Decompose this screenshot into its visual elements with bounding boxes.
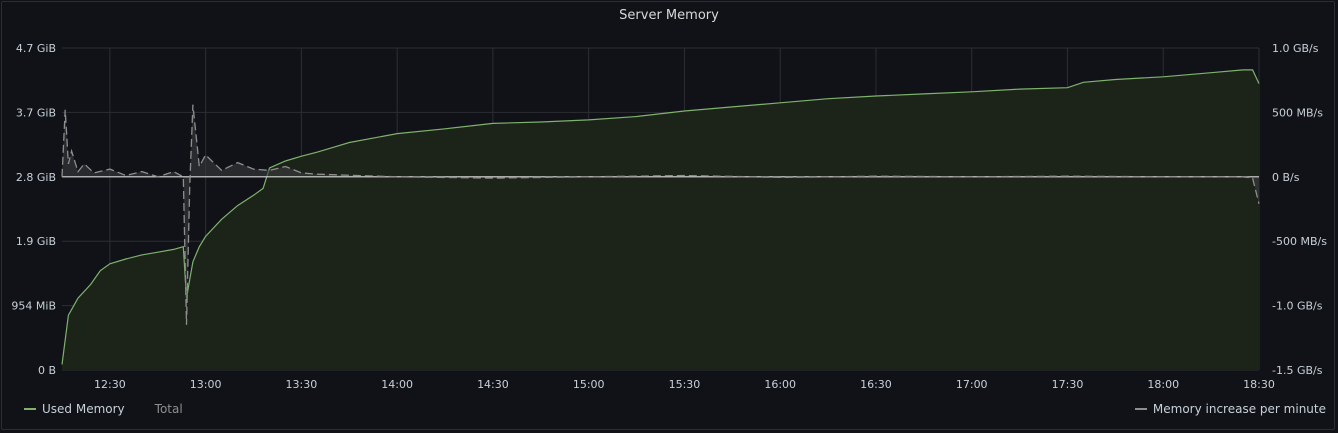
x-tick-label: 16:00 xyxy=(764,378,796,391)
y-left-tick-label: 3.7 GiB xyxy=(16,106,56,119)
legend-used-memory[interactable]: Used Memory xyxy=(42,402,125,416)
x-tick-label: 18:00 xyxy=(1147,378,1179,391)
used-memory-swatch xyxy=(24,408,36,410)
x-tick-label: 17:30 xyxy=(1052,378,1084,391)
legend-right: Memory increase per minute xyxy=(1134,402,1326,416)
x-tick-label: 15:00 xyxy=(573,378,605,391)
y-left-tick-label: 4.7 GiB xyxy=(16,42,56,55)
x-tick-label: 14:30 xyxy=(477,378,509,391)
y-left-tick-label: 954 MiB xyxy=(11,300,56,313)
y-left-tick-label: 1.9 GiB xyxy=(16,235,56,248)
y-right-tick-label: 500 MB/s xyxy=(1272,106,1323,119)
y-right-tick-label: 1.0 GB/s xyxy=(1272,42,1319,55)
x-tick-label: 15:30 xyxy=(669,378,701,391)
legend-left: Used Memory Total xyxy=(24,402,183,416)
used-memory-area xyxy=(62,69,1259,371)
x-tick-label: 18:30 xyxy=(1243,378,1275,391)
x-tick-label: 16:30 xyxy=(860,378,892,391)
x-tick-label: 13:00 xyxy=(190,378,222,391)
x-tick-label: 17:00 xyxy=(956,378,988,391)
y-right-tick-label: -500 MB/s xyxy=(1272,235,1327,248)
legend-memory-rate[interactable]: Memory increase per minute xyxy=(1153,402,1326,416)
y-left-tick-label: 0 B xyxy=(38,364,56,377)
rate-swatch xyxy=(1134,408,1147,410)
y-left-tick-label: 2.8 GiB xyxy=(16,171,56,184)
y-right-tick-label: -1.5 GB/s xyxy=(1272,364,1323,377)
y-right-tick-label: -1.0 GB/s xyxy=(1272,300,1323,313)
x-tick-label: 12:30 xyxy=(94,378,126,391)
y-right-tick-label: 0 B/s xyxy=(1272,171,1300,184)
legend-total-header[interactable]: Total xyxy=(155,402,183,416)
chart-svg: 0 B 954 MiB 1.9 GiB 2.8 GiB 3.7 GiB 4.7 GiB -1… xyxy=(11,42,1327,391)
x-tick-label: 13:30 xyxy=(286,378,318,391)
x-tick-label: 14:00 xyxy=(381,378,413,391)
